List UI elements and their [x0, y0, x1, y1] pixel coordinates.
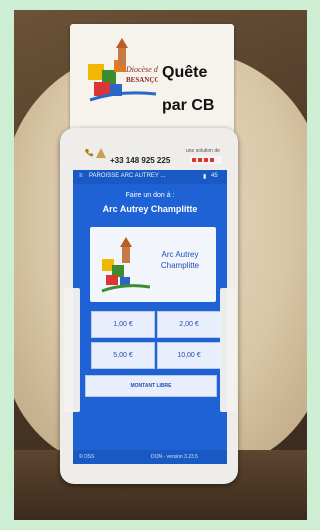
- right-strap: [220, 288, 236, 412]
- recipient-card: Arc Autrey Champlitte: [90, 227, 216, 302]
- status-right: 45: [211, 173, 218, 179]
- battery-icon: ▮: [203, 174, 207, 180]
- device-brand-icon: [96, 148, 106, 158]
- card-text: Arc Autrey Champlitte: [150, 249, 210, 271]
- diocese-logo: Diocèse de BESANÇON: [88, 38, 158, 102]
- quete-sign: Diocèse de BESANÇON Quête par CB: [70, 24, 234, 134]
- parish-logo: [101, 237, 150, 293]
- footer-left: © DSS: [79, 454, 95, 460]
- sign-line-1: Quête: [162, 64, 208, 81]
- svg-text:Diocèse de: Diocèse de: [125, 65, 158, 74]
- amount-button-2[interactable]: 2,00 €: [157, 311, 221, 338]
- left-strap: [64, 288, 80, 412]
- card-line-1: Arc Autrey: [161, 250, 199, 259]
- donation-prompt: Faire un don à :: [125, 192, 175, 199]
- app-footer: © DSS DON - version 3.23.5: [73, 450, 227, 464]
- amount-button-1[interactable]: 1,00 €: [91, 311, 155, 338]
- donation-recipient: Arc Autrey Champlitte: [102, 204, 198, 214]
- card-line-2: Champlitte: [160, 261, 200, 270]
- app-title: PAROISSE ARC AUTREY ...: [89, 173, 166, 179]
- phone-number: +33 148 925 225: [110, 156, 171, 165]
- phone-icon: [85, 149, 93, 157]
- amount-button-4[interactable]: 10,00 €: [157, 342, 221, 369]
- status-bar: ≡ PAROISSE ARC AUTREY ... ▮ 45: [73, 170, 227, 184]
- amount-button-3[interactable]: 5,00 €: [91, 342, 155, 369]
- footer-right: DON - version 3.23.5: [151, 454, 198, 460]
- menu-icon[interactable]: ≡: [79, 173, 83, 179]
- vendor-logo: [190, 156, 222, 164]
- svg-text:BESANÇON: BESANÇON: [126, 76, 158, 84]
- sign-line-2: par CB: [162, 97, 215, 114]
- app-screen: ≡ PAROISSE ARC AUTREY ... ▮ 45 Faire un …: [73, 170, 227, 464]
- free-amount-button[interactable]: MONTANT LIBRE: [85, 375, 217, 397]
